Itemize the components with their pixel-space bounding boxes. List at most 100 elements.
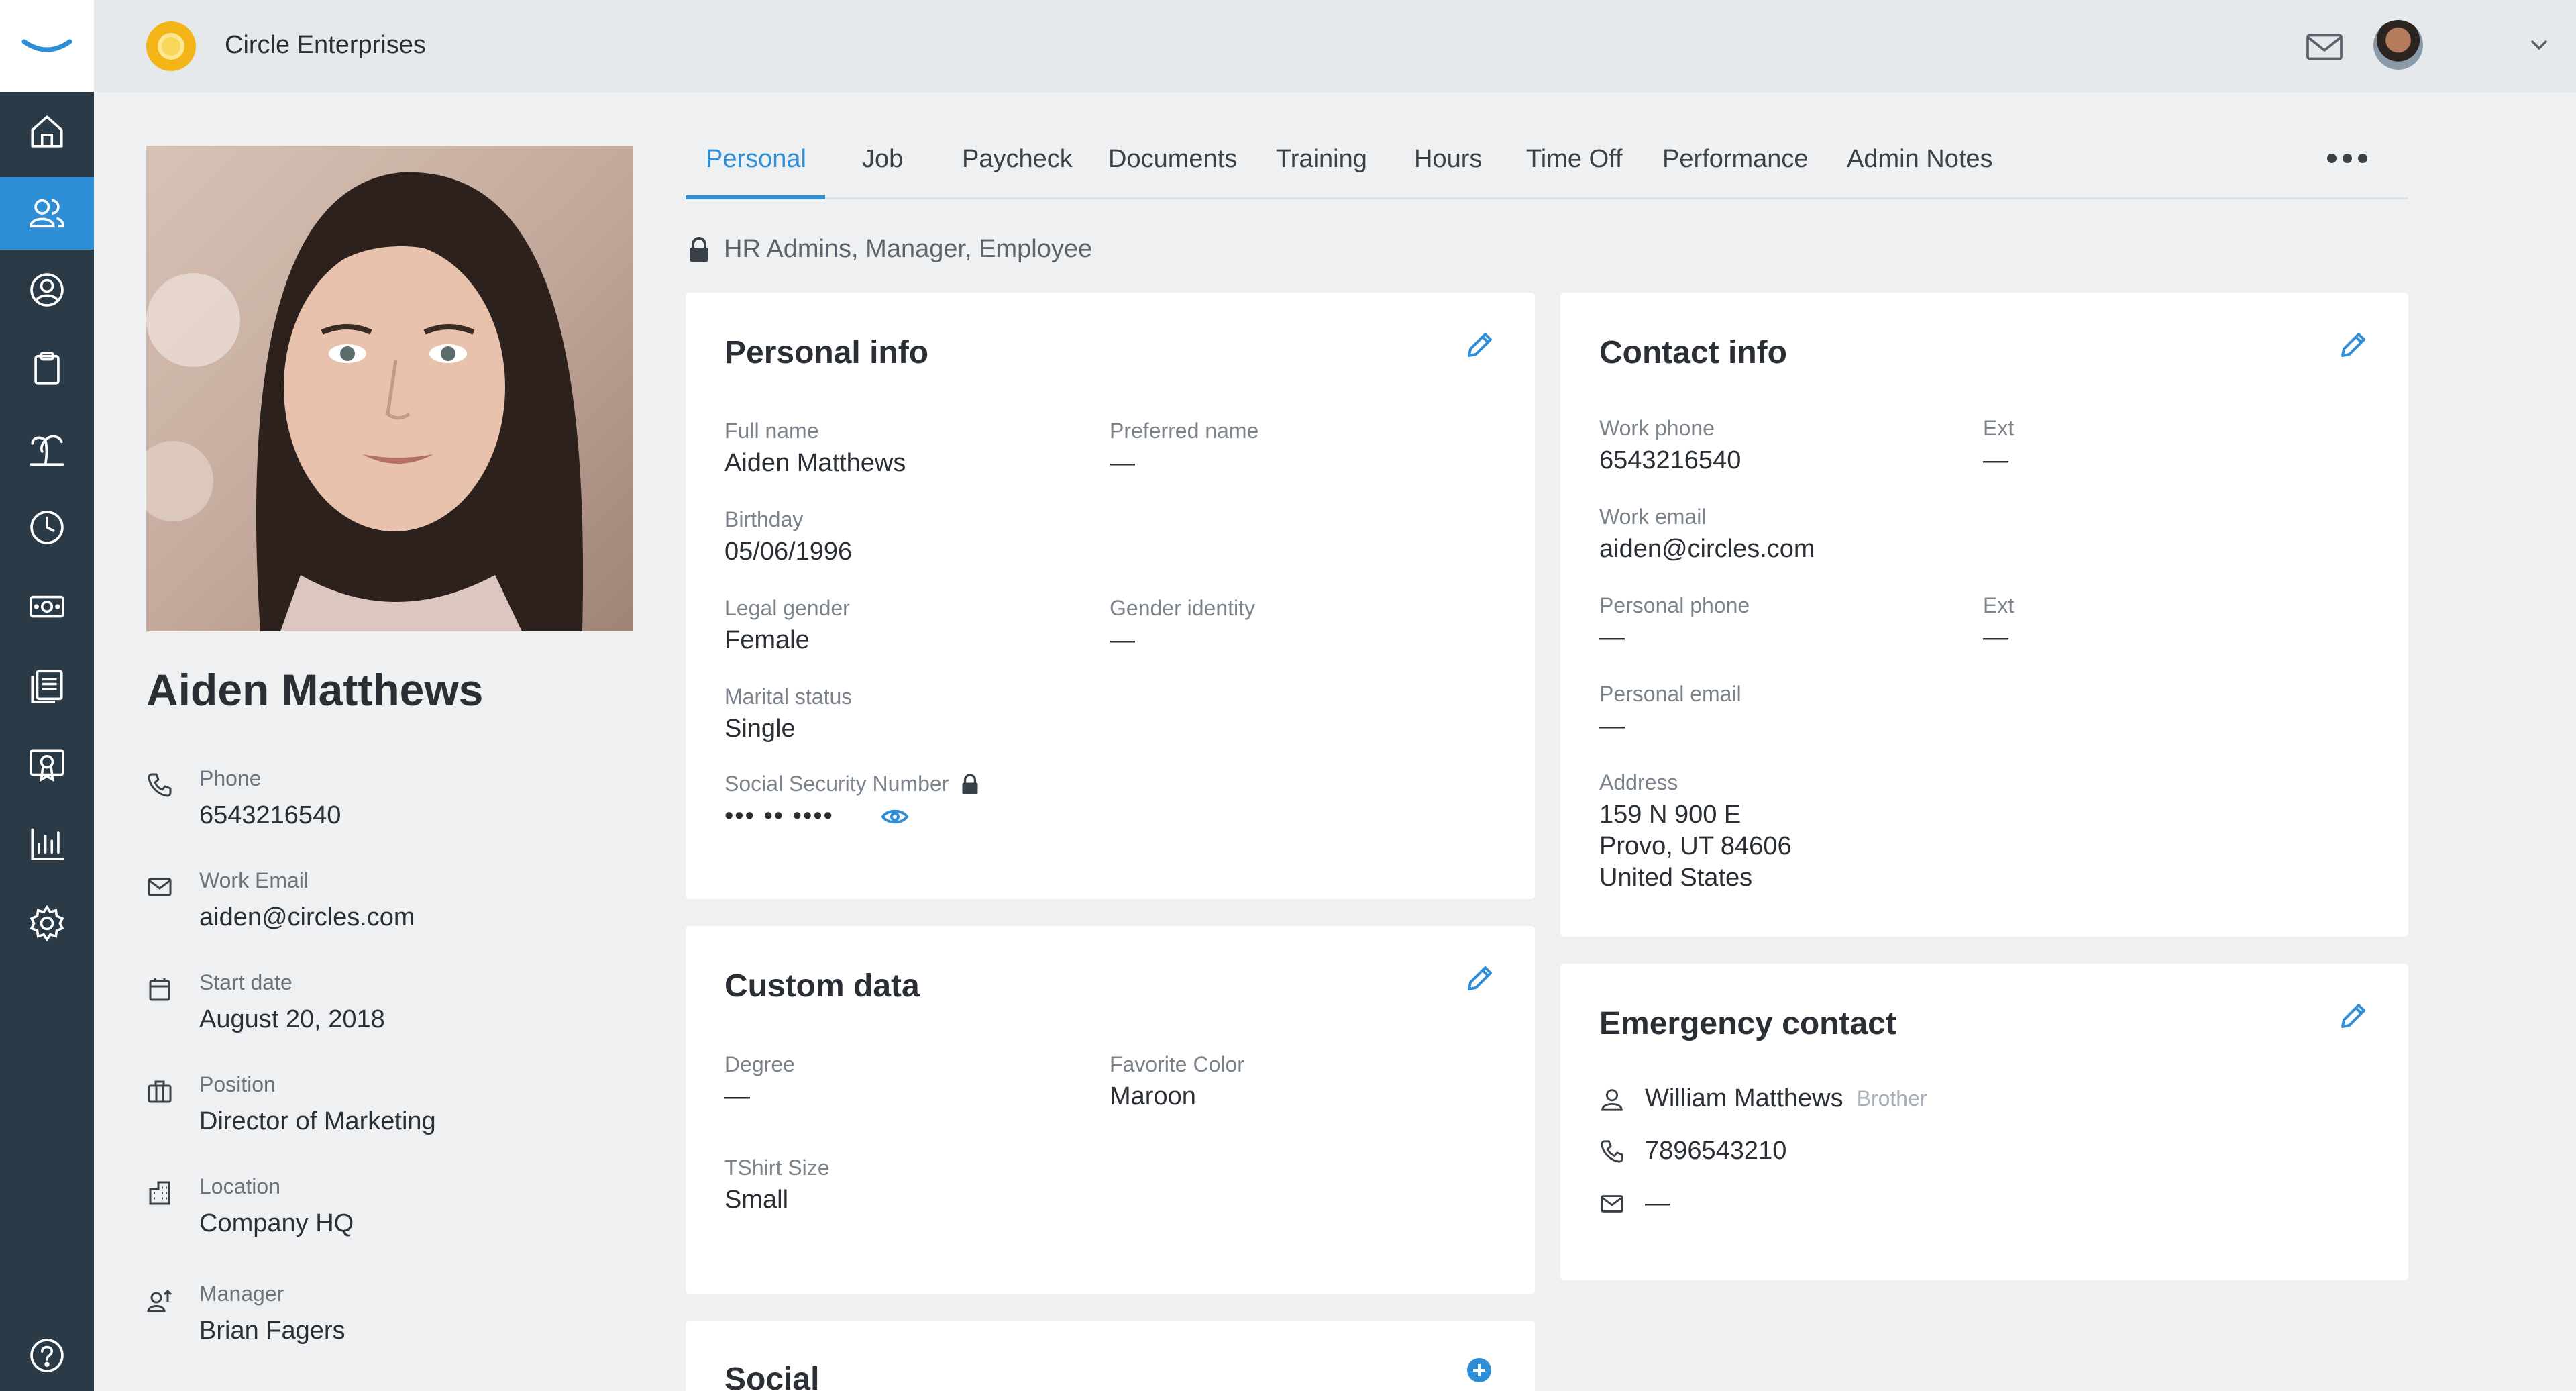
company-name: Circle Enterprises <box>225 31 426 59</box>
employee-name: Aiden Matthews <box>146 665 484 715</box>
phone-icon <box>148 773 172 797</box>
social-card: Social <box>686 1321 1535 1391</box>
work-ext-field: Ext — <box>1983 416 2015 474</box>
degree-field: Degree — <box>724 1052 795 1111</box>
emergency-name-row: William Matthews Brother <box>1599 1084 1927 1113</box>
personal-info-card: Personal info Full name Aiden Matthews P… <box>686 293 1535 899</box>
palm-tree-icon <box>30 435 64 466</box>
tab-time-off[interactable]: Time Off <box>1526 145 1623 197</box>
emergency-contact-card: Emergency contact William Matthews Broth… <box>1560 964 2408 1280</box>
home-icon <box>31 115 63 148</box>
work-email-field: Work email aiden@circles.com <box>1599 505 1815 563</box>
ssn-field: Social Security Number ••• •• •••• <box>724 772 1127 831</box>
social-title: Social <box>724 1361 820 1391</box>
tab-hours[interactable]: Hours <box>1414 145 1482 197</box>
sidebar-item-time[interactable] <box>0 494 94 561</box>
add-circle-icon[interactable] <box>1466 1357 1493 1384</box>
favorite-color-field: Favorite Color Maroon <box>1110 1052 1244 1111</box>
edit-pencil-icon[interactable] <box>2337 1000 2369 1032</box>
people-icon <box>30 199 64 228</box>
profile-start-date: Start date August 20, 2018 <box>146 970 616 1051</box>
emergency-contact-title: Emergency contact <box>1599 1006 1896 1041</box>
profile-position: Position Director of Marketing <box>146 1072 616 1153</box>
legal-gender-field: Legal gender Female <box>724 596 850 654</box>
tab-personal[interactable]: Personal <box>686 145 825 199</box>
edit-pencil-icon[interactable] <box>2337 329 2369 361</box>
sidebar-item-time-off[interactable] <box>0 415 94 482</box>
address-field: Address 159 N 900 E Provo, UT 84606 Unit… <box>1599 770 1792 892</box>
lock-icon <box>690 236 708 262</box>
eye-icon[interactable] <box>881 807 909 827</box>
money-icon <box>30 595 64 618</box>
sidebar-item-help[interactable] <box>0 1322 94 1389</box>
emergency-phone-row: 7896543210 <box>1599 1137 1786 1166</box>
sidebar-item-payroll[interactable] <box>0 573 94 640</box>
sidebar-item-settings[interactable] <box>0 890 94 957</box>
preferred-name-field: Preferred name — <box>1110 419 1259 477</box>
manager-icon <box>147 1289 172 1312</box>
building-icon <box>149 1181 170 1205</box>
clipboard-icon <box>34 352 60 385</box>
sidebar-item-documents[interactable] <box>0 652 94 719</box>
tshirt-size-field: TShirt Size Small <box>724 1155 830 1214</box>
tab-paycheck[interactable]: Paycheck <box>962 145 1073 197</box>
tab-training[interactable]: Training <box>1276 145 1367 197</box>
access-visibility: HR Admins, Manager, Employee <box>688 235 1092 264</box>
edit-pencil-icon[interactable] <box>1464 962 1496 994</box>
personal-email-field: Personal email — <box>1599 682 1741 740</box>
tab-documents[interactable]: Documents <box>1108 145 1237 197</box>
work-phone-field: Work phone 6543216540 <box>1599 416 1741 474</box>
personal-ext-field: Ext — <box>1983 593 2015 652</box>
profile-photo <box>146 146 633 631</box>
ssn-masked-value: ••• •• •••• <box>724 802 834 830</box>
profile-work-email: Work Email aiden@circles.com <box>146 868 616 949</box>
ssn-lock-icon <box>962 773 978 794</box>
emergency-email-row: — <box>1599 1189 1670 1218</box>
profile-tabs: Personal Job Paycheck Documents Training… <box>686 134 2408 199</box>
marital-status-field: Marital status Single <box>724 684 853 743</box>
full-name-field: Full name Aiden Matthews <box>724 419 906 477</box>
sidebar-item-reports[interactable] <box>0 811 94 878</box>
tab-admin-notes[interactable]: Admin Notes <box>1847 145 1993 197</box>
custom-data-card: Custom data Degree — Favorite Color Maro… <box>686 926 1535 1294</box>
mail-icon <box>148 878 172 896</box>
access-text: HR Admins, Manager, Employee <box>724 235 1093 263</box>
sidebar-item-tasks[interactable] <box>0 336 94 403</box>
company-logo <box>146 21 196 71</box>
app-logo[interactable] <box>0 0 94 92</box>
custom-data-title: Custom data <box>724 968 920 1004</box>
more-options-icon[interactable] <box>2322 141 2373 168</box>
birthday-field: Birthday 05/06/1996 <box>724 507 853 566</box>
smile-logo-icon <box>21 39 72 52</box>
help-icon <box>30 1339 64 1372</box>
personal-phone-field: Personal phone — <box>1599 593 1750 652</box>
sidebar-item-home[interactable] <box>0 98 94 165</box>
profile-location: Location Company HQ <box>146 1174 616 1255</box>
briefcase-icon <box>148 1080 172 1103</box>
person-icon <box>1601 1088 1623 1111</box>
person-search-icon <box>30 273 64 307</box>
bar-chart-icon <box>31 828 64 860</box>
sidebar-item-directory[interactable] <box>0 256 94 323</box>
profile-manager: Manager Brian Fagers <box>146 1282 616 1362</box>
edit-pencil-icon[interactable] <box>1464 329 1496 361</box>
profile-phone: Phone 6543216540 <box>146 766 616 847</box>
tab-performance[interactable]: Performance <box>1662 145 1809 197</box>
gender-identity-field: Gender identity — <box>1110 596 1256 654</box>
tab-job[interactable]: Job <box>862 145 903 197</box>
inbox-mail-icon[interactable] <box>2304 27 2345 67</box>
mail-icon <box>1601 1194 1623 1213</box>
certificate-icon <box>30 749 64 782</box>
documents-icon <box>31 670 63 703</box>
top-bar: Circle Enterprises <box>94 0 2576 92</box>
clock-icon <box>30 511 64 544</box>
chevron-down-icon[interactable] <box>2529 37 2549 53</box>
calendar-icon <box>149 978 170 1001</box>
gear-icon <box>30 905 64 942</box>
contact-info-card: Contact info Work phone 6543216540 Ext —… <box>1560 293 2408 937</box>
sidebar <box>0 0 94 1391</box>
user-avatar[interactable] <box>2373 20 2423 70</box>
phone-icon <box>1601 1139 1623 1163</box>
sidebar-item-people[interactable] <box>0 177 94 250</box>
sidebar-item-training[interactable] <box>0 731 94 798</box>
